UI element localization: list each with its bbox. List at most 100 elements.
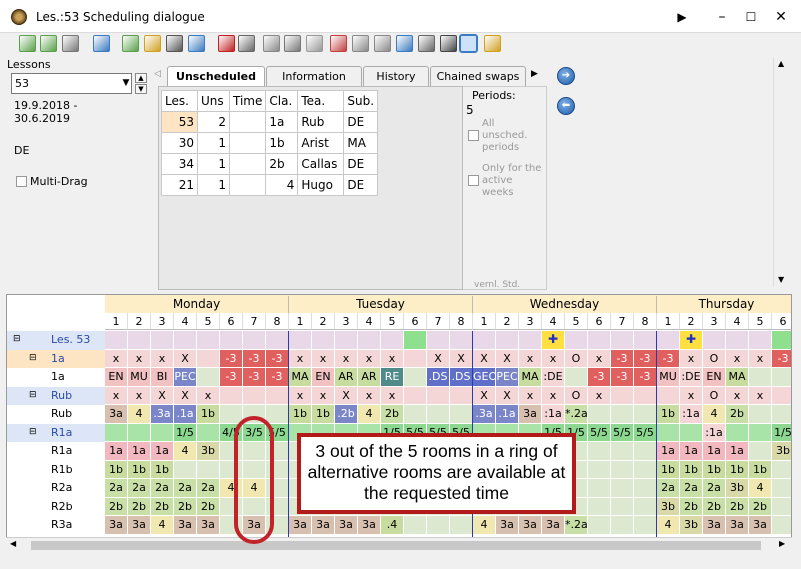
scissors-icon[interactable]: [62, 35, 79, 52]
grid-cell[interactable]: 3a: [105, 516, 127, 534]
grid-cell[interactable]: 5/5: [588, 423, 610, 441]
table-row[interactable]: 30 1 1b Arist MA: [161, 132, 379, 154]
grid-cell[interactable]: 4: [657, 516, 679, 534]
calculator-icon[interactable]: [418, 35, 435, 52]
tab-unscheduled[interactable]: Unscheduled: [167, 66, 265, 87]
grid-cell[interactable]: 2b: [128, 497, 150, 515]
grid-cell[interactable]: .3a: [151, 405, 173, 423]
grid-cell[interactable]: 3b: [772, 442, 791, 460]
grid-cell[interactable]: [450, 405, 472, 423]
grid-cell[interactable]: [588, 479, 610, 497]
grid-cell[interactable]: x: [358, 386, 380, 404]
grid-cell[interactable]: 2a: [151, 479, 173, 497]
grid-cell[interactable]: x: [335, 349, 357, 367]
grid-cell[interactable]: 1a: [657, 442, 679, 460]
grid-cell[interactable]: 2a: [703, 479, 725, 497]
tab-history[interactable]: History: [363, 66, 429, 86]
grid-cell[interactable]: [772, 386, 791, 404]
grid-cell[interactable]: x: [726, 386, 748, 404]
grid-cell[interactable]: -3: [266, 349, 288, 367]
grid-cell[interactable]: 4: [128, 405, 150, 423]
grid-cell[interactable]: x: [197, 386, 219, 404]
grid-cell[interactable]: .DS: [427, 368, 449, 386]
grid-cell[interactable]: [289, 331, 311, 349]
grid-cell[interactable]: .4: [381, 516, 403, 534]
grid-cell[interactable]: O: [703, 386, 725, 404]
grid-cell[interactable]: [473, 331, 495, 349]
grid-cell[interactable]: 3a: [749, 516, 771, 534]
grid-cell[interactable]: ✚: [680, 331, 702, 349]
grid-cell[interactable]: X: [427, 349, 449, 367]
grid-cell[interactable]: [496, 331, 518, 349]
tree-toggle-icon[interactable]: ⊟: [29, 387, 39, 404]
spin-up-button[interactable]: ▲: [135, 73, 147, 83]
settings-icon[interactable]: [484, 35, 501, 52]
grid-cell[interactable]: 2b: [726, 497, 748, 515]
grid-cell[interactable]: [657, 423, 679, 441]
grid-cell[interactable]: 3a: [496, 516, 518, 534]
grid-cell[interactable]: RE: [381, 368, 403, 386]
clock-icon[interactable]: [284, 35, 301, 52]
grid-cell[interactable]: 1a: [680, 442, 702, 460]
grid-cell[interactable]: [611, 479, 633, 497]
grid-cell[interactable]: x: [749, 349, 771, 367]
grid-cell[interactable]: x: [151, 349, 173, 367]
grid-cell[interactable]: [772, 497, 791, 515]
grid-cell[interactable]: [634, 460, 656, 478]
grid-cell[interactable]: [266, 386, 288, 404]
grid-cell[interactable]: -3: [634, 368, 656, 386]
chain-icon[interactable]: [263, 35, 280, 52]
grid-cell[interactable]: -3: [634, 349, 656, 367]
table-row[interactable]: 34 1 2b Callas DE: [161, 153, 379, 175]
grid-cell[interactable]: x: [289, 386, 311, 404]
scroll-left-icon[interactable]: ◀: [10, 539, 16, 548]
grid-cell[interactable]: [450, 331, 472, 349]
grid-cell[interactable]: [749, 405, 771, 423]
grid-cell[interactable]: [772, 331, 791, 349]
all-unsched-option[interactable]: All unsched. periods: [468, 118, 540, 154]
grid-cell[interactable]: 3a: [289, 516, 311, 534]
grid-cell[interactable]: x: [749, 386, 771, 404]
grid-cell[interactable]: [611, 516, 633, 534]
grid-cell[interactable]: [243, 386, 265, 404]
grid-cell[interactable]: [588, 331, 610, 349]
grid-cell[interactable]: [427, 331, 449, 349]
grid-cell[interactable]: [151, 423, 173, 441]
forward-nav-button[interactable]: ➔: [557, 67, 575, 85]
scroll-down-icon[interactable]: ▼: [778, 275, 784, 284]
grid-cell[interactable]: [105, 423, 127, 441]
grid-cell[interactable]: EN: [703, 368, 725, 386]
grid-cell[interactable]: 1b: [289, 405, 311, 423]
multi-drag-option[interactable]: Multi-Drag: [16, 175, 88, 188]
grid-cell[interactable]: :1a: [703, 423, 725, 441]
grid-cell[interactable]: 2b: [105, 497, 127, 515]
grid-cell[interactable]: 4: [473, 516, 495, 534]
grid-cell[interactable]: x: [381, 349, 403, 367]
grid-cell[interactable]: [634, 331, 656, 349]
grid-cell[interactable]: 1a: [128, 442, 150, 460]
grid-cell[interactable]: [335, 331, 357, 349]
grid-cell[interactable]: *.2a: [565, 516, 587, 534]
grid-cell[interactable]: X: [174, 386, 196, 404]
grid-cell[interactable]: x: [312, 349, 334, 367]
export-icon[interactable]: [93, 35, 110, 52]
pin-icon[interactable]: [218, 35, 235, 52]
grid-cell[interactable]: [105, 331, 127, 349]
grid-cell[interactable]: x: [680, 386, 702, 404]
grid-cell[interactable]: EN: [105, 368, 127, 386]
grid-cell[interactable]: 3a: [335, 516, 357, 534]
grid-cell[interactable]: :DE: [680, 368, 702, 386]
list-icon[interactable]: [352, 35, 369, 52]
grid-cell[interactable]: GEO: [473, 368, 495, 386]
grid-cell[interactable]: .DS: [450, 368, 472, 386]
grid-cell[interactable]: [588, 442, 610, 460]
grid-cell[interactable]: 1b: [657, 460, 679, 478]
grid-cell[interactable]: 1/5: [174, 423, 196, 441]
grid-cell[interactable]: 2b: [703, 497, 725, 515]
grid-cell[interactable]: [749, 368, 771, 386]
grid-cell[interactable]: [197, 349, 219, 367]
grid-cell[interactable]: 1a: [105, 442, 127, 460]
grid-cell[interactable]: [450, 386, 472, 404]
grid-cell[interactable]: x: [588, 386, 610, 404]
grid-cell[interactable]: 2a: [105, 479, 127, 497]
